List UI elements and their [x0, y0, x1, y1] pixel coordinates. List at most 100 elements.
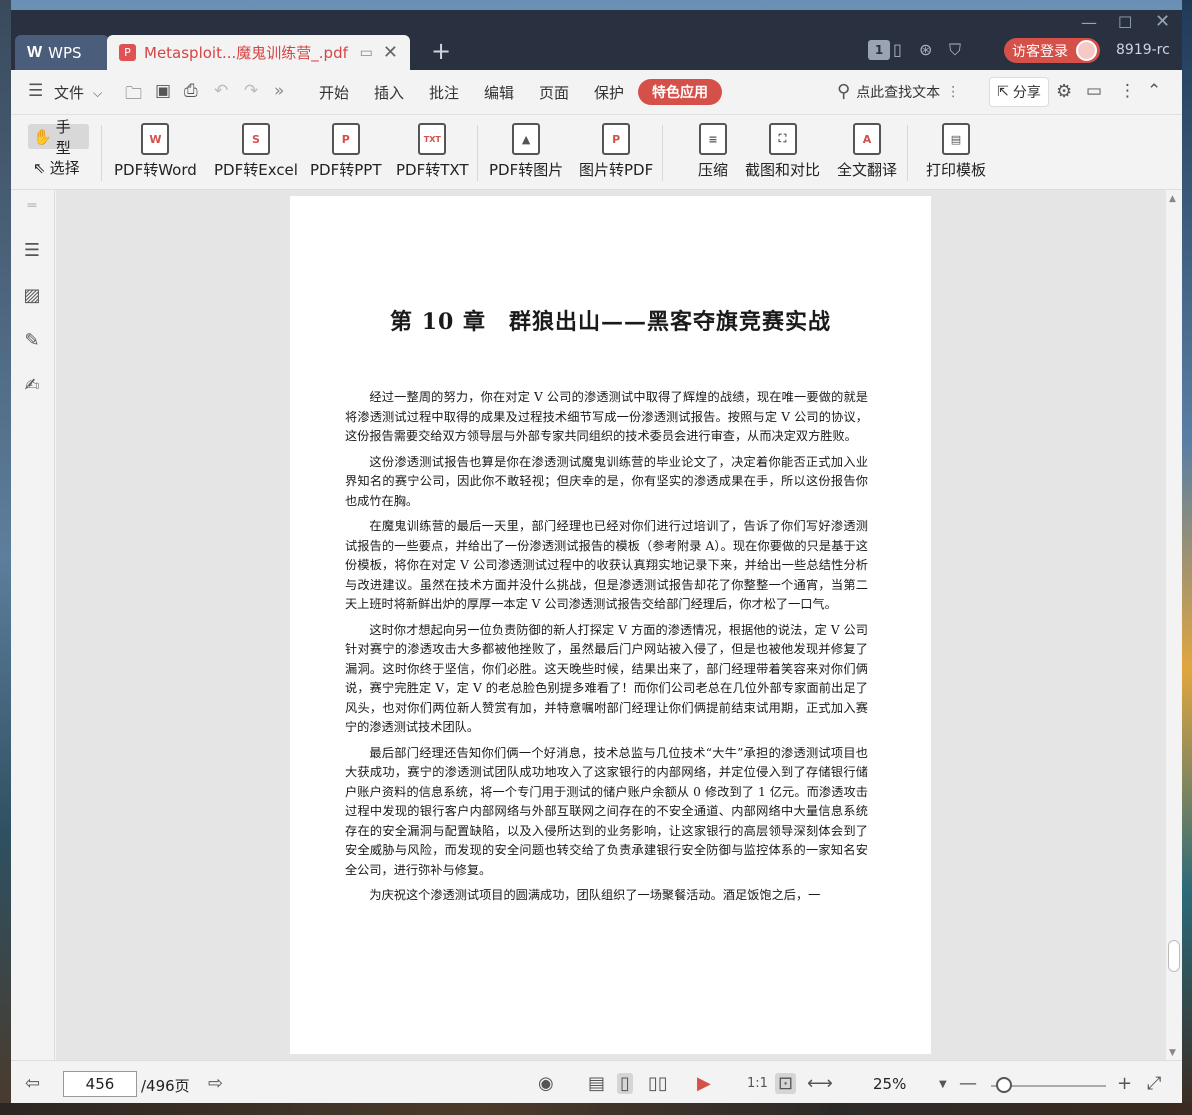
drag-handle-icon[interactable]: ═: [21, 198, 43, 220]
hamburger-icon[interactable]: ☰: [28, 81, 43, 101]
tool-label: 全文翻译: [837, 161, 898, 179]
pdf-to-word-icon: W: [141, 123, 170, 155]
layout-icon[interactable]: ▯: [893, 40, 902, 59]
left-sidebar: ═ ☰ ▨ ✎ ✍: [11, 190, 55, 1060]
user-id: 8919-rc: [1116, 42, 1170, 58]
image-to-pdf-button[interactable]: P 图片转PDF: [579, 123, 653, 180]
two-page-view-icon[interactable]: ▯▯: [648, 1073, 668, 1094]
menu-comment[interactable]: 批注: [429, 82, 459, 103]
tab-document-title: Metasploit...魔鬼训练营_.pdf: [144, 44, 348, 62]
paragraph: 在魔鬼训练营的最后一天里，部门经理也已经对你们进行过培训了，告诉了你们写好渗透测…: [345, 519, 868, 611]
search-text-button[interactable]: ⚲ 点此查找文本 ⋮: [837, 81, 960, 102]
open-folder-icon[interactable]: 🗀: [125, 81, 142, 110]
share-label: 分享: [1012, 85, 1041, 101]
pdf-to-image-button[interactable]: ▲ PDF转图片: [489, 123, 563, 180]
continuous-view-icon[interactable]: ▤: [588, 1073, 605, 1094]
pdf-to-excel-icon: S: [241, 123, 270, 155]
menu-file[interactable]: 文件: [54, 82, 84, 103]
select-mode-button[interactable]: ⇖ 选择: [28, 155, 85, 180]
search-icon: ⚲: [837, 81, 851, 102]
annotation-icon[interactable]: ✎: [21, 330, 43, 352]
scroll-thumb[interactable]: [1168, 940, 1180, 972]
page-body: 经过一整周的努力，你在对定 V 公司的渗透测试中取得了辉煌的战绩，现在唯一要做的…: [345, 388, 868, 912]
pdf-to-excel-button[interactable]: S PDF转Excel: [214, 123, 298, 180]
guest-login-button[interactable]: 访客登录: [1004, 38, 1100, 63]
pdf-to-word-button[interactable]: W PDF转Word: [114, 123, 197, 180]
collapse-ribbon-icon[interactable]: ⌃: [1147, 81, 1161, 101]
new-tab-icon[interactable]: +: [431, 39, 451, 63]
paragraph: 这时你才想起向另一位负责防御的新人打探定 V 方面的渗透情况，根据他的说法，定 …: [345, 622, 868, 735]
actual-size-icon[interactable]: 1:1: [747, 1076, 768, 1091]
tool-label: PDF转图片: [489, 161, 564, 179]
translate-button[interactable]: A 全文翻译: [837, 123, 897, 180]
menu-insert[interactable]: 插入: [374, 82, 404, 103]
outline-icon[interactable]: ☰: [21, 240, 43, 262]
more-vertical-icon[interactable]: ⋮: [1119, 81, 1136, 101]
desktop-background: [1182, 0, 1192, 1115]
maximize-icon[interactable]: ☐: [1118, 13, 1132, 32]
print-icon[interactable]: ⎙: [184, 81, 198, 101]
menu-page[interactable]: 页面: [539, 82, 569, 103]
prev-page-icon[interactable]: ⇦: [25, 1073, 40, 1094]
eye-protection-icon[interactable]: ◉: [538, 1073, 554, 1094]
menu-start[interactable]: 开始: [319, 82, 349, 103]
document-viewport[interactable]: 第 10 章 群狼出山——黑客夺旗竞赛实战 经过一整周的努力，你在对定 V 公司…: [56, 190, 1166, 1060]
tab-wps-home[interactable]: W WPS: [15, 35, 109, 70]
tool-label: PDF转PPT: [310, 161, 382, 179]
page-number-input[interactable]: 456: [63, 1071, 137, 1097]
wps-window: — ☐ ✕ W WPS P Metasploit...魔鬼训练营_.pdf ▭ …: [11, 10, 1182, 1103]
fit-page-icon[interactable]: ⊡: [775, 1073, 797, 1094]
compress-button[interactable]: ≡ 压缩: [698, 123, 728, 180]
ribbon-toolbar: ✋ 手型 ⇖ 选择 W PDF转Word S PDF转Excel P PDF转P…: [11, 115, 1182, 190]
save-icon[interactable]: ▣: [155, 81, 171, 101]
comment-icon[interactable]: ▭: [1086, 81, 1102, 101]
menu-special-apps[interactable]: 特色应用: [638, 79, 722, 105]
hand-icon: ✋: [33, 127, 52, 146]
tool-label: 图片转PDF: [579, 161, 654, 179]
page-count-badge[interactable]: 1: [868, 40, 890, 60]
screenshot-compare-button[interactable]: ⛶ 截图和对比: [745, 123, 820, 180]
zoom-slider-handle[interactable]: [996, 1077, 1012, 1093]
hand-mode-button[interactable]: ✋ 手型: [28, 118, 89, 157]
paragraph: 为庆祝这个渗透测试项目的圆满成功，团队组织了一场聚餐活动。酒足饭饱之后，一: [369, 888, 821, 902]
close-tab-icon[interactable]: ✕: [383, 42, 398, 63]
search-placeholder: 点此查找文本: [856, 84, 941, 101]
scroll-up-icon[interactable]: ▲: [1169, 194, 1176, 204]
thumbnail-image-icon[interactable]: ▨: [21, 285, 43, 307]
more-options-icon[interactable]: ⋮: [946, 84, 960, 100]
single-page-view-icon[interactable]: ▯: [617, 1073, 633, 1094]
menu-edit[interactable]: 编辑: [484, 82, 514, 103]
more-icon[interactable]: »: [274, 81, 284, 101]
vertical-scrollbar[interactable]: ▲ ▼: [1166, 190, 1182, 1060]
pin-window-icon[interactable]: ▭: [360, 45, 373, 61]
chevron-down-icon[interactable]: ⌵: [93, 86, 102, 101]
zoom-in-icon[interactable]: +: [1117, 1073, 1132, 1094]
play-slideshow-icon[interactable]: ▶: [697, 1073, 711, 1094]
share-icon: ⇱: [997, 84, 1009, 100]
compress-icon: ≡: [699, 123, 727, 155]
paragraph: 经过一整周的努力，你在对定 V 公司的渗透测试中取得了辉煌的战绩，现在唯一要做的…: [345, 390, 868, 443]
pdf-to-ppt-button[interactable]: P PDF转PPT: [310, 123, 381, 180]
redo-icon[interactable]: ↷: [244, 81, 258, 101]
fit-width-icon[interactable]: ⟷: [807, 1073, 833, 1094]
fullscreen-icon[interactable]: ⤢: [1147, 1073, 1161, 1094]
zoom-level[interactable]: 25%: [873, 1075, 906, 1093]
minimize-icon[interactable]: —: [1081, 13, 1097, 32]
menu-protect[interactable]: 保护: [594, 82, 624, 103]
select-mode-label: 选择: [49, 159, 80, 177]
next-page-icon[interactable]: ⇨: [208, 1073, 223, 1094]
scroll-down-icon[interactable]: ▼: [1169, 1048, 1176, 1058]
close-icon[interactable]: ✕: [1155, 11, 1170, 32]
pdf-to-image-icon: ▲: [512, 123, 541, 155]
undo-icon[interactable]: ↶: [214, 81, 228, 101]
share-button[interactable]: ⇱ 分享: [989, 77, 1049, 107]
skin-icon[interactable]: ⛉: [949, 40, 961, 60]
cloud-sync-icon[interactable]: ⊛: [919, 40, 932, 59]
zoom-out-icon[interactable]: —: [959, 1073, 977, 1094]
pdf-to-txt-button[interactable]: TXT PDF转TXT: [396, 123, 469, 180]
zoom-dropdown-icon[interactable]: ▼: [939, 1079, 947, 1090]
settings-gear-icon[interactable]: ⚙: [1056, 81, 1072, 102]
signature-icon[interactable]: ✍: [21, 375, 43, 397]
print-template-button[interactable]: ▤ 打印模板: [926, 123, 986, 180]
tab-document[interactable]: P Metasploit...魔鬼训练营_.pdf ▭ ✕: [107, 35, 410, 70]
